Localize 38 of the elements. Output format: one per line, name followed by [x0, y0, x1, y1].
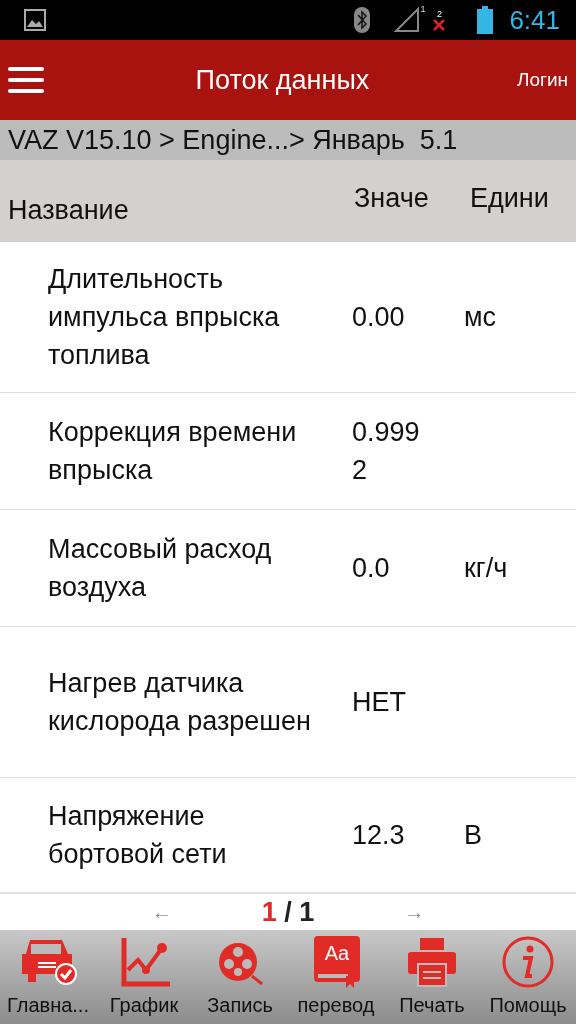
parameter-name: Длительность импульса впрыска топлива: [48, 263, 281, 372]
parameter-name: Массовый расход воздуха: [48, 533, 273, 604]
header-title: Поток данных: [195, 64, 370, 95]
no-signal-icon: [433, 19, 446, 31]
sim-label: 2: [436, 9, 442, 19]
parameter-value: 0.0: [352, 552, 390, 585]
login-button[interactable]: Логин: [516, 65, 568, 95]
parameter-value: 0.9992: [352, 416, 421, 487]
column-header: Значе: [354, 182, 430, 215]
toolbar-button[interactable]: Главна...: [0, 934, 96, 1020]
status-time: 6:41: [509, 3, 560, 37]
toolbar-button[interactable]: Печать: [384, 934, 480, 1020]
parameter-name: Коррекция времени впрыска: [48, 416, 298, 487]
column-header: Едини: [470, 182, 549, 215]
previous-page-button[interactable]: ←: [151, 897, 172, 927]
parameter-name: Напряжение бортовой сети: [48, 800, 228, 871]
breadcrumb: VAZ V15.10 > Engine...> Январь 5.1: [8, 123, 458, 157]
toolbar-button[interactable]: График: [96, 934, 192, 1020]
toolbar-button[interactable]: Запись: [192, 934, 288, 1020]
page-indicator: 1 / 1: [261, 895, 315, 929]
parameter-value: 0.00: [352, 301, 405, 334]
parameter-unit: кг/ч: [464, 552, 508, 585]
parameter-unit: мс: [464, 301, 497, 334]
parameter-value: НЕТ: [352, 686, 406, 719]
parameter-unit: В: [464, 819, 482, 852]
picture-notification-icon: [24, 9, 46, 31]
bluetooth-icon: [354, 7, 371, 33]
column-header: Название: [8, 194, 130, 227]
sim-label: 1: [420, 3, 426, 16]
toolbar-button[interactable]: Помощь: [480, 934, 576, 1020]
dictionary-icon: [314, 936, 360, 988]
parameter-value: 12.3: [352, 819, 405, 852]
toolbar-button[interactable]: Aa перевод: [288, 934, 384, 1020]
battery-icon: [477, 6, 494, 34]
signal-icon: [394, 7, 421, 33]
next-page-button[interactable]: →: [404, 897, 425, 927]
icon-label: Aa: [324, 942, 350, 964]
parameter-name: Нагрев датчика кислорода разрешен: [48, 667, 312, 738]
